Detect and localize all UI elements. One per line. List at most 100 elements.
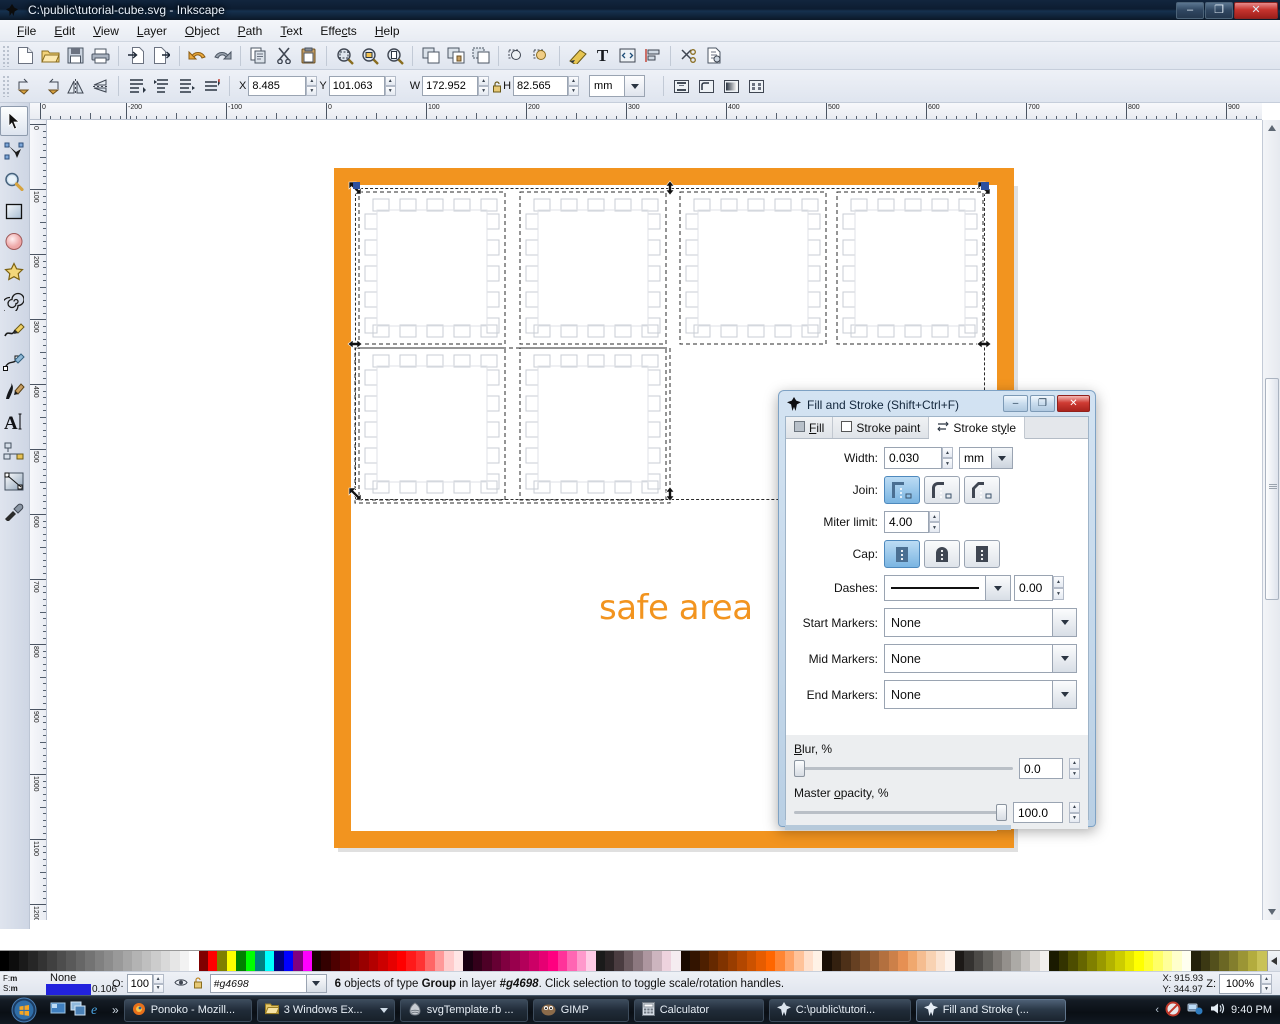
menu-effects[interactable]: Effects [311,22,365,40]
menu-help[interactable]: Help [366,22,409,40]
quick-launch-more[interactable]: » [112,1003,119,1017]
palette-swatch[interactable] [708,951,719,971]
palette-swatch[interactable] [198,951,208,971]
tab-stroke-paint[interactable]: Stroke paint [833,417,930,438]
palette-swatch[interactable] [737,951,747,971]
palette-swatch[interactable] [453,951,464,971]
blur-slider-thumb[interactable] [794,760,805,777]
palette-swatch[interactable] [822,951,832,971]
x-input[interactable] [248,76,307,96]
layer-selector[interactable]: #g4698 [209,974,327,993]
mid-markers-select[interactable]: None [884,644,1077,673]
palette-swatch[interactable] [321,951,331,971]
palette-swatch[interactable] [898,951,908,971]
palette-swatch[interactable] [9,951,19,971]
palette-swatch[interactable] [141,951,152,971]
palette-swatch[interactable] [1068,951,1078,971]
palette-swatch[interactable] [368,951,379,971]
rectangle-icon[interactable] [0,196,28,226]
end-markers-select[interactable]: None [884,680,1077,709]
unlock-icon[interactable] [193,976,203,992]
lower-button[interactable] [174,74,199,98]
blur-spinner[interactable]: ▲ ▼ [1069,758,1080,779]
palette-swatch[interactable] [1096,951,1107,971]
selection-handle-blue[interactable] [981,182,989,190]
zoom-page-icon[interactable] [382,44,407,68]
fill-stroke-indicator[interactable]: F:m S:m [0,974,46,994]
palette-swatch[interactable] [1200,951,1210,971]
palette-swatch[interactable] [926,951,936,971]
volume-icon[interactable] [1209,1001,1225,1019]
lock-ratio-icon[interactable] [491,78,503,94]
palette-swatch[interactable] [283,951,294,971]
minimize-button[interactable]: – [1176,2,1204,19]
dialog-resize-grip[interactable] [785,825,1011,830]
palette-swatch[interactable] [160,951,171,971]
taskbar-item-firefox[interactable]: Ponoko - Mozill... [123,998,252,1022]
zoom-input[interactable] [1219,973,1261,994]
preferences-icon[interactable] [676,44,701,68]
xml-editor-icon[interactable] [615,44,640,68]
transform-pattern-icon[interactable] [744,74,769,98]
internet-explorer-icon[interactable]: e [90,1001,106,1019]
palette-swatch[interactable] [973,951,984,971]
palette-swatch[interactable] [784,951,795,971]
vertical-scrollbar[interactable] [1262,120,1280,920]
palette-swatch[interactable] [529,951,539,971]
stroke-color-swatch[interactable] [46,983,91,995]
palette-swatch[interactable] [18,951,29,971]
palette-swatch[interactable] [1002,951,1012,971]
butt-cap-icon[interactable] [884,540,920,568]
windows-start-orb[interactable] [0,996,48,1024]
selection-handle-blue[interactable] [353,182,360,189]
palette-swatch[interactable] [1210,951,1220,971]
palette-swatch[interactable] [491,951,502,971]
palette-swatch[interactable] [293,951,303,971]
color-palette[interactable] [0,950,1280,971]
stroke-width-spinner[interactable]: ▲ ▼ [942,447,953,469]
palette-swatch[interactable] [586,951,596,971]
selbar-grip[interactable] [2,75,10,97]
bezier-pen-icon[interactable] [0,346,28,376]
chevron-down-icon[interactable] [306,974,327,993]
palette-swatch[interactable] [330,951,341,971]
palette-swatch[interactable] [1030,951,1040,971]
palette-swatch[interactable] [66,951,76,971]
menu-path[interactable]: Path [229,22,272,40]
taskbar-item-gimp[interactable]: GIMP [532,998,629,1022]
import-icon[interactable] [124,44,149,68]
opacity-spinner[interactable]: ▲ ▼ [152,974,164,993]
align-icon[interactable] [640,44,665,68]
lower-to-bottom-icon[interactable] [529,44,554,68]
palette-swatch[interactable] [103,951,114,971]
palette-swatch[interactable] [264,951,275,971]
palette-swatch[interactable] [699,951,709,971]
dash-pattern-select[interactable] [884,575,1011,601]
palette-swatch[interactable] [812,951,823,971]
scale-stroke-icon[interactable] [669,74,694,98]
palette-swatch[interactable] [122,951,133,971]
fill-stroke-swatches[interactable]: None 0.106 [46,972,117,996]
palette-swatch[interactable] [964,951,974,971]
raise-to-top-button[interactable] [124,74,149,98]
stroke-width-input[interactable] [884,447,942,469]
palette-swatch[interactable] [850,951,861,971]
palette-swatch[interactable] [935,951,946,971]
gradient-icon[interactable] [0,466,28,496]
palette-swatch[interactable] [340,951,350,971]
flip-vertical-icon[interactable] [88,74,113,98]
miter-limit-input[interactable] [884,511,929,533]
palette-swatch[interactable] [1181,951,1192,971]
rotate-90-cw-icon[interactable] [38,74,63,98]
star-icon[interactable] [0,256,28,286]
palette-swatch[interactable] [302,951,312,971]
scroll-down-arrow[interactable] [1265,906,1279,918]
bevel-join-icon[interactable] [964,476,1000,504]
palette-swatch[interactable] [425,951,435,971]
master-opacity-spinner[interactable]: ▲ ▼ [1069,802,1080,823]
palette-swatch[interactable] [434,951,445,971]
x-spinner[interactable]: ▲ ▼ [306,76,318,96]
paste-icon[interactable] [296,44,321,68]
chevron-down-icon[interactable] [1053,608,1077,637]
palette-swatch[interactable] [907,951,917,971]
